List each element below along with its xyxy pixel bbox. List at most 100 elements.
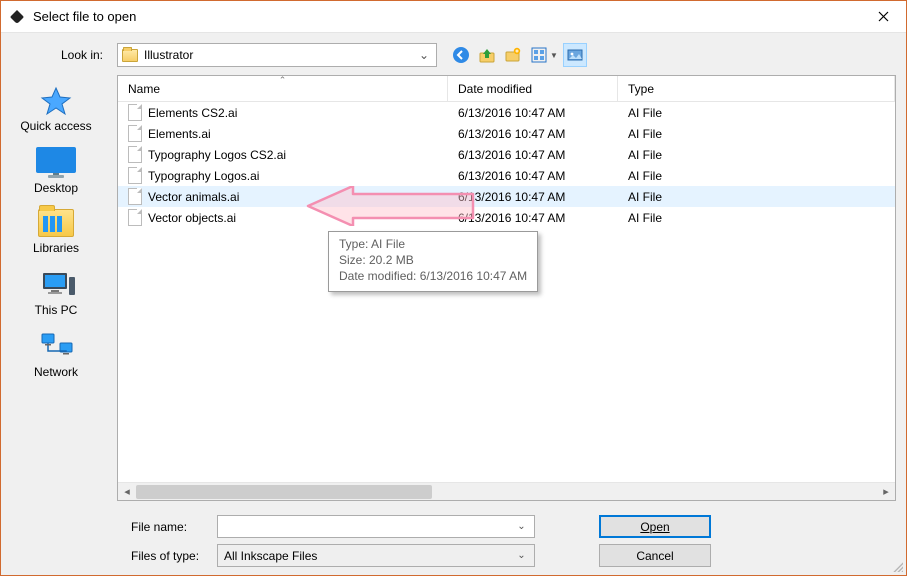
chevron-down-icon: ▼ [550,51,558,60]
open-button[interactable]: Open [599,515,711,538]
window-title: Select file to open [33,9,861,24]
file-list-header: Name ⌃ Date modified Type [118,76,895,102]
file-date: 6/13/2016 10:47 AM [448,211,618,225]
tooltip-size: Size: 20.2 MB [339,252,527,268]
place-label: This PC [35,303,78,317]
back-icon [452,46,470,64]
tooltip-date: Date modified: 6/13/2016 10:47 AM [339,268,527,284]
desktop-icon [36,147,76,173]
places-bar: Quick access Desktop Libraries This PC [1,75,111,501]
tooltip-type: Type: AI File [339,236,527,252]
filetype-label: Files of type: [1,549,217,563]
column-header-label: Name [128,82,160,96]
scroll-right-icon[interactable]: ▸ [877,484,895,500]
quick-access-icon [39,85,73,115]
network-icon [39,331,73,361]
column-header-type[interactable]: Type [618,76,895,101]
file-date: 6/13/2016 10:47 AM [448,106,618,120]
file-name: Typography Logos.ai [148,169,259,183]
place-quick-access[interactable]: Quick access [11,85,101,133]
new-folder-button[interactable] [501,43,525,67]
column-header-label: Date modified [458,82,532,96]
view-icon [530,46,548,64]
filetype-value: All Inkscape Files [224,549,513,563]
preview-toggle-button[interactable] [563,43,587,67]
cancel-button-label: Cancel [636,549,673,563]
column-header-label: Type [628,82,654,96]
file-icon [128,125,142,142]
file-row[interactable]: Typography Logos.ai 6/13/2016 10:47 AMAI … [118,165,895,186]
chevron-down-icon: ⌄ [416,48,432,62]
lookin-combo[interactable]: Illustrator ⌄ [117,43,437,67]
titlebar: Select file to open [1,1,906,33]
close-button[interactable] [861,1,906,32]
this-pc-icon [39,269,73,299]
file-name: Vector objects.ai [148,211,236,225]
file-name: Typography Logos CS2.ai [148,148,286,162]
open-button-label: Open [640,520,669,534]
place-label: Libraries [33,241,79,255]
file-row[interactable]: Vector objects.ai6/13/2016 10:47 AMAI Fi… [118,207,895,228]
file-type: AI File [618,127,895,141]
file-icon [128,209,142,226]
file-name: Vector animals.ai [148,190,239,204]
view-menu-button[interactable]: ▼ [527,43,561,67]
scroll-left-icon[interactable]: ◂ [118,484,136,500]
filetype-combo[interactable]: All Inkscape Files ⌄ [217,544,535,567]
scroll-track[interactable] [136,484,877,500]
horizontal-scrollbar[interactable]: ◂ ▸ [118,482,895,500]
file-date: 6/13/2016 10:47 AM [448,127,618,141]
file-date: 6/13/2016 10:47 AM [448,169,618,183]
place-libraries[interactable]: Libraries [11,209,101,255]
new-folder-icon [504,46,522,64]
file-row[interactable]: Elements.ai 6/13/2016 10:47 AMAI File [118,123,895,144]
file-list-panel: Name ⌃ Date modified Type Elements CS2.a… [117,75,896,501]
column-header-date[interactable]: Date modified [448,76,618,101]
filename-label: File name: [1,520,217,534]
file-type: AI File [618,190,895,204]
file-icon [128,188,142,205]
file-icon [128,167,142,184]
folder-icon [122,49,138,62]
file-row[interactable]: Vector animals.ai 6/13/2016 10:47 AMAI Fi… [118,186,895,207]
place-desktop[interactable]: Desktop [11,147,101,195]
file-tooltip: Type: AI File Size: 20.2 MB Date modifie… [328,231,538,292]
place-label: Desktop [34,181,78,195]
file-type: AI File [618,169,895,183]
file-row[interactable]: Elements CS2.ai 6/13/2016 10:47 AMAI File [118,102,895,123]
file-type: AI File [618,148,895,162]
up-folder-icon [478,46,496,64]
inkscape-icon [9,9,25,25]
preview-icon [566,46,584,64]
file-row[interactable]: Typography Logos CS2.ai 6/13/2016 10:47 A… [118,144,895,165]
place-label: Network [34,365,78,379]
close-icon [878,11,889,22]
file-icon [128,104,142,121]
chevron-down-icon[interactable]: ⌄ [513,517,530,536]
lookin-label: Look in: [11,48,111,62]
cancel-button[interactable]: Cancel [599,544,711,567]
file-type: AI File [618,106,895,120]
up-button[interactable] [475,43,499,67]
file-date: 6/13/2016 10:47 AM [448,148,618,162]
nav-toolbar: ▼ [449,43,587,67]
place-this-pc[interactable]: This PC [11,269,101,317]
place-network[interactable]: Network [11,331,101,379]
libraries-icon [38,209,74,237]
bottom-form: File name: ⌄ Open Files of type: All Ink… [1,501,906,575]
file-date: 6/13/2016 10:47 AM [448,190,618,204]
file-list[interactable]: Elements CS2.ai6/13/2016 10:47 AMAI File… [118,102,895,482]
place-label: Quick access [20,119,91,133]
column-header-name[interactable]: Name ⌃ [118,76,448,101]
sort-asc-icon: ⌃ [279,75,287,86]
file-name: Elements CS2.ai [148,106,237,120]
file-name: Elements.ai [148,127,211,141]
lookin-value: Illustrator [144,48,416,62]
scroll-thumb[interactable] [136,485,432,499]
filename-input[interactable]: ⌄ [217,515,535,538]
resize-grip[interactable] [891,560,903,572]
back-button[interactable] [449,43,473,67]
chevron-down-icon[interactable]: ⌄ [513,546,530,565]
lookin-row: Look in: Illustrator ⌄ ▼ [1,33,906,75]
file-icon [128,146,142,163]
